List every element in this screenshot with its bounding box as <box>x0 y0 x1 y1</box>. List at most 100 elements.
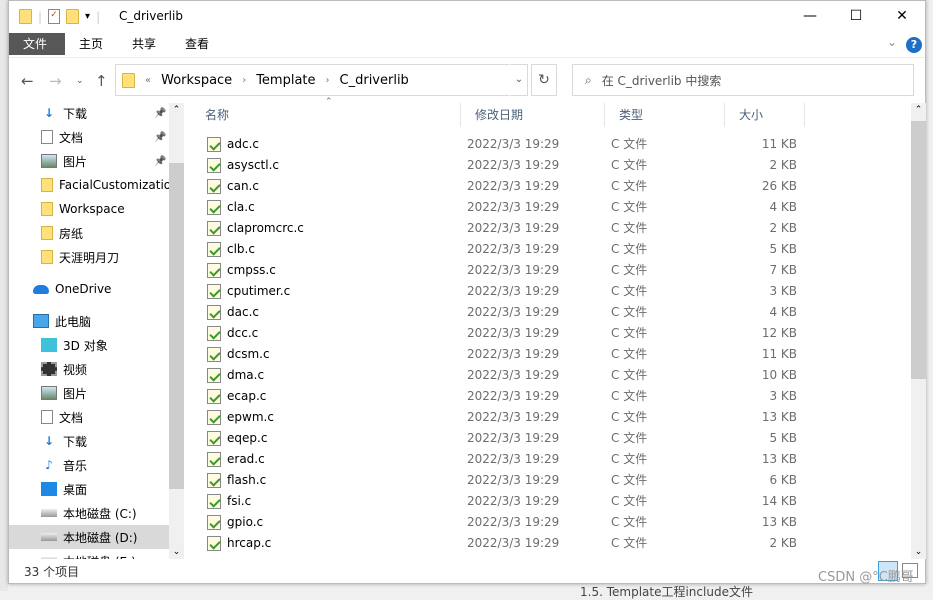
folder-icon <box>41 178 53 192</box>
file-row[interactable]: erad.c 2022/3/3 19:29 C 文件 13 KB <box>191 449 911 470</box>
nav-item[interactable]: 图片 📌 <box>9 149 169 173</box>
scroll-down-icon[interactable]: ⌄ <box>169 547 184 557</box>
file-name: cputimer.c <box>227 284 291 298</box>
file-row[interactable]: cmpss.c 2022/3/3 19:29 C 文件 7 KB <box>191 260 911 281</box>
tab-share[interactable]: 共享 <box>118 33 170 55</box>
up-button[interactable]: ↑ <box>95 72 108 90</box>
file-row[interactable]: dma.c 2022/3/3 19:29 C 文件 10 KB <box>191 365 911 386</box>
expand-ribbon-icon[interactable]: ⌄ <box>887 35 897 49</box>
maximize-button[interactable]: ☐ <box>833 1 879 31</box>
nav-item[interactable]: 房纸 <box>9 221 169 245</box>
nav-item[interactable]: OneDrive <box>9 277 169 301</box>
c-file-icon <box>207 179 221 194</box>
file-row[interactable]: gpio.c 2022/3/3 19:29 C 文件 13 KB <box>191 512 911 533</box>
nav-item[interactable]: 图片 <box>9 381 169 405</box>
nav-item[interactable]: FacialCustomization <box>9 173 169 197</box>
file-row[interactable]: clb.c 2022/3/3 19:29 C 文件 5 KB <box>191 239 911 260</box>
breadcrumb-template[interactable]: Template <box>256 73 315 88</box>
nav-item-label: 下载 <box>63 434 88 449</box>
column-header-type[interactable]: 类型 <box>605 103 725 127</box>
nav-item[interactable]: 天涯明月刀 <box>9 245 169 269</box>
nav-item[interactable]: 本地磁盘 (D:) <box>9 525 169 549</box>
file-list-scrollbar[interactable]: ⌃ ⌄ <box>911 103 926 559</box>
pin-icon[interactable]: 📌 <box>154 132 166 143</box>
nav-item-label: 音乐 <box>63 458 88 473</box>
customize-toolbar-icon[interactable]: ▾ <box>85 11 90 22</box>
file-row[interactable]: cputimer.c 2022/3/3 19:29 C 文件 3 KB <box>191 281 911 302</box>
c-file-icon <box>207 158 221 173</box>
refresh-button[interactable]: ↻ <box>531 64 557 96</box>
nav-item[interactable]: 文档 📌 <box>9 125 169 149</box>
address-bar[interactable]: « Workspace › Template › C_driverlib <box>115 64 528 96</box>
file-row[interactable]: fsi.c 2022/3/3 19:29 C 文件 14 KB <box>191 491 911 512</box>
tab-home[interactable]: 主页 <box>65 33 117 55</box>
nav-item[interactable]: 文档 <box>9 405 169 429</box>
minimize-button[interactable]: — <box>787 1 833 31</box>
file-row[interactable]: eqep.c 2022/3/3 19:29 C 文件 5 KB <box>191 428 911 449</box>
breadcrumb-workspace[interactable]: Workspace <box>161 73 232 88</box>
nav-scrollbar[interactable]: ⌃ ⌄ <box>169 103 184 559</box>
nav-item[interactable]: 本地磁盘 (E:) <box>9 549 169 559</box>
file-row[interactable]: epwm.c 2022/3/3 19:29 C 文件 13 KB <box>191 407 911 428</box>
breadcrumb-c-driverlib[interactable]: C_driverlib <box>340 73 409 88</box>
nav-item[interactable]: 此电脑 <box>9 309 169 333</box>
file-type: C 文件 <box>611 179 648 193</box>
file-row[interactable]: adc.c 2022/3/3 19:29 C 文件 11 KB <box>191 134 911 155</box>
c-file-icon <box>207 284 221 299</box>
file-row[interactable]: asysctl.c 2022/3/3 19:29 C 文件 2 KB <box>191 155 911 176</box>
nav-item[interactable]: Workspace <box>9 197 169 221</box>
nav-item[interactable]: ♪ 音乐 <box>9 453 169 477</box>
c-file-icon <box>207 221 221 236</box>
file-name: cla.c <box>227 200 255 214</box>
file-row[interactable]: can.c 2022/3/3 19:29 C 文件 26 KB <box>191 176 911 197</box>
file-row[interactable]: flash.c 2022/3/3 19:29 C 文件 6 KB <box>191 470 911 491</box>
tab-file[interactable]: 文件 <box>9 33 65 55</box>
close-button[interactable]: ✕ <box>879 1 925 31</box>
help-icon[interactable]: ? <box>906 37 922 53</box>
file-date: 2022/3/3 19:29 <box>467 536 560 550</box>
file-row[interactable]: dac.c 2022/3/3 19:29 C 文件 4 KB <box>191 302 911 323</box>
file-type: C 文件 <box>611 263 648 277</box>
back-button[interactable]: ← <box>21 72 34 90</box>
file-date: 2022/3/3 19:29 <box>467 389 560 403</box>
scroll-down-icon[interactable]: ⌄ <box>911 547 926 557</box>
nav-item-label: 3D 对象 <box>63 338 108 353</box>
tab-view[interactable]: 查看 <box>171 33 223 55</box>
nav-item[interactable]: ↓ 下载 📌 <box>9 101 169 125</box>
scroll-up-icon[interactable]: ⌃ <box>169 105 184 115</box>
chevron-right-icon[interactable]: › <box>326 75 330 86</box>
nav-item[interactable]: 本地磁盘 (C:) <box>9 501 169 525</box>
column-header-name[interactable]: 名称 <box>191 103 461 127</box>
nav-item[interactable]: 3D 对象 <box>9 333 169 357</box>
file-row[interactable]: dcc.c 2022/3/3 19:29 C 文件 12 KB <box>191 323 911 344</box>
music-icon: ♪ <box>45 458 53 472</box>
search-input[interactable]: ⌕ 在 C_driverlib 中搜索 <box>572 64 914 96</box>
file-row[interactable]: clapromcrc.c 2022/3/3 19:29 C 文件 2 KB <box>191 218 911 239</box>
new-folder-icon[interactable] <box>66 9 80 24</box>
pin-icon[interactable]: 📌 <box>154 156 166 167</box>
file-size: 3 KB <box>769 389 797 403</box>
properties-icon[interactable]: ✓ <box>48 9 61 24</box>
chevron-right-icon[interactable]: › <box>242 75 246 86</box>
nav-item[interactable]: 桌面 <box>9 477 169 501</box>
column-header-date[interactable]: 修改日期 <box>461 103 605 127</box>
nav-scrollbar-thumb[interactable] <box>169 163 184 489</box>
nav-item[interactable]: 视频 <box>9 357 169 381</box>
nav-item-label: 文档 <box>59 130 84 145</box>
file-row[interactable]: hrcap.c 2022/3/3 19:29 C 文件 2 KB <box>191 533 911 554</box>
file-name: ecap.c <box>227 389 267 403</box>
forward-button[interactable]: → <box>49 72 62 90</box>
address-dropdown[interactable]: ⌄ <box>509 64 528 96</box>
file-row[interactable]: cla.c 2022/3/3 19:29 C 文件 4 KB <box>191 197 911 218</box>
nav-item[interactable]: ↓ 下载 <box>9 429 169 453</box>
file-list-scrollbar-thumb[interactable] <box>911 121 926 379</box>
recent-locations-icon[interactable]: ⌄ <box>76 76 84 86</box>
file-row[interactable]: dcsm.c 2022/3/3 19:29 C 文件 11 KB <box>191 344 911 365</box>
column-header-size[interactable]: 大小 <box>725 103 805 127</box>
scroll-up-icon[interactable]: ⌃ <box>911 105 926 115</box>
file-row[interactable]: ecap.c 2022/3/3 19:29 C 文件 3 KB <box>191 386 911 407</box>
folder-icon <box>19 9 32 24</box>
pin-icon[interactable]: 📌 <box>154 108 166 119</box>
overflow-icon[interactable]: « <box>145 75 151 86</box>
file-list: adc.c 2022/3/3 19:29 C 文件 11 KB asysctl.… <box>191 134 911 557</box>
